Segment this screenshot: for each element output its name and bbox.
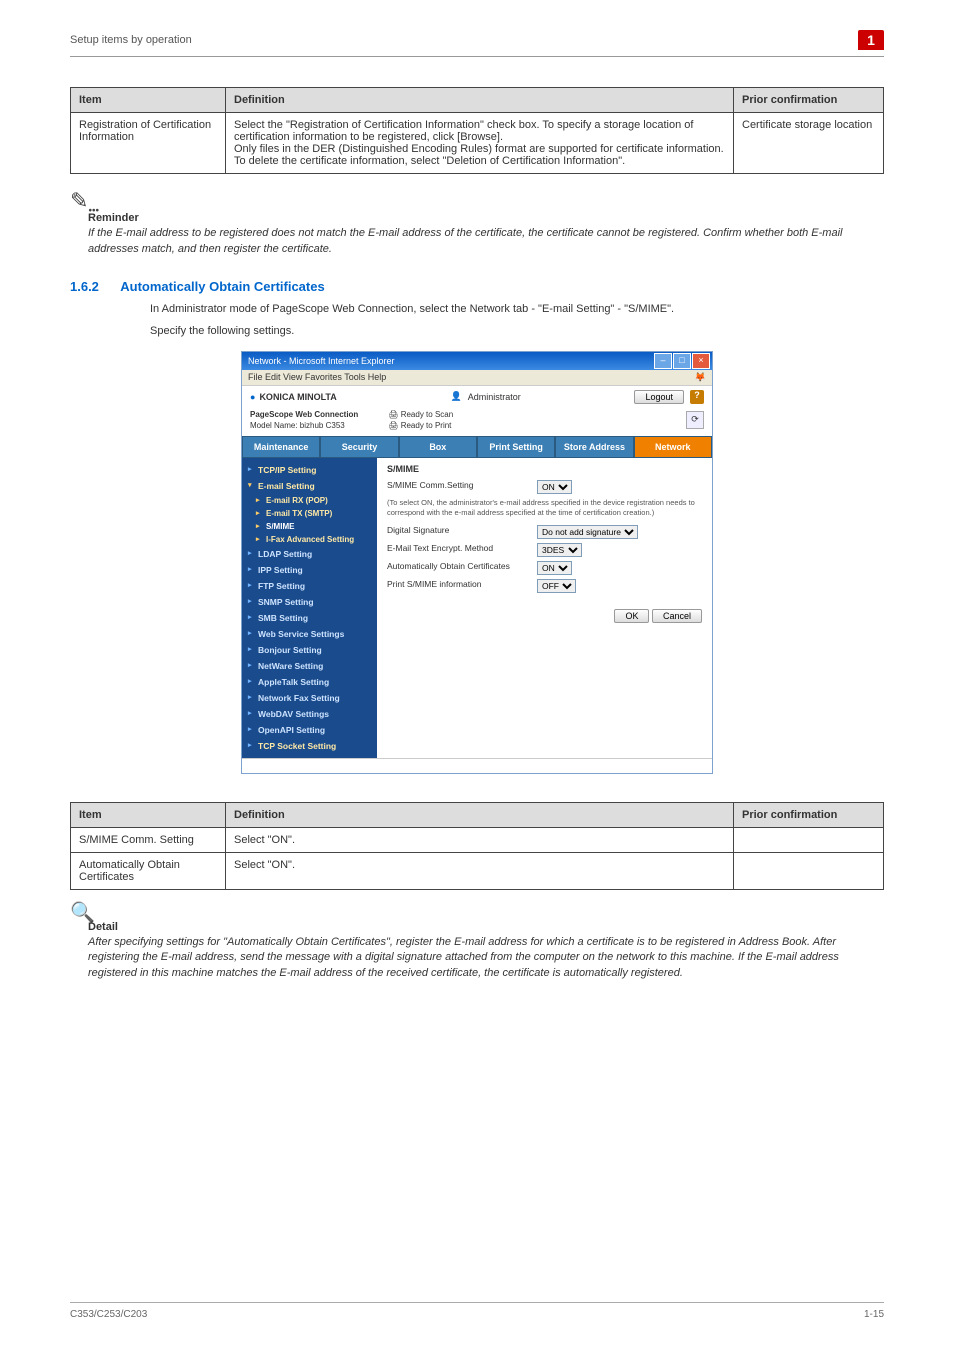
field-label-autocert: Automatically Obtain Certificates	[387, 561, 537, 571]
chapter-badge: 1	[858, 30, 884, 50]
settings-table: Item Definition Prior confirmation S/MIM…	[70, 802, 884, 890]
cell-prior: Certificate storage location	[734, 113, 884, 174]
sidebar-item-ldap[interactable]: LDAP Setting	[242, 546, 377, 562]
main-panel: S/MIME S/MIME Comm.Setting ON (To select…	[377, 458, 712, 758]
sidebar-item-networkfax[interactable]: Network Fax Setting	[242, 690, 377, 706]
section-body: In Administrator mode of PageScope Web C…	[150, 302, 884, 317]
browser-menu[interactable]: File Edit View Favorites Tools Help	[248, 372, 386, 382]
browser-window: Network - Microsoft Internet Explorer – …	[241, 351, 713, 774]
table-row: Automatically Obtain Certificates Select…	[71, 852, 884, 889]
select-signature[interactable]: Do not add signature	[537, 525, 638, 539]
col-item: Item	[71, 88, 226, 113]
admin-label: Administrator	[468, 392, 521, 402]
tab-box[interactable]: Box	[399, 436, 477, 458]
col-item: Item	[71, 802, 226, 827]
tab-print-setting[interactable]: Print Setting	[477, 436, 555, 458]
detail-title: Detail	[88, 921, 884, 933]
tab-network[interactable]: Network	[634, 436, 712, 458]
sidebar-item-snmp[interactable]: SNMP Setting	[242, 594, 377, 610]
sidebar-item-email-rx[interactable]: E-mail RX (POP)	[242, 494, 377, 507]
window-title: Network - Microsoft Internet Explorer	[248, 356, 395, 366]
breadcrumb: Setup items by operation	[70, 34, 858, 46]
maximize-icon[interactable]: □	[673, 353, 691, 369]
sidebar-item-openapi[interactable]: OpenAPI Setting	[242, 722, 377, 738]
cell-definition: Select the "Registration of Certificatio…	[226, 113, 734, 174]
panel-heading: S/MIME	[387, 464, 702, 474]
sidebar-item-tcpsocket[interactable]: TCP Socket Setting	[242, 738, 377, 754]
sidebar-item-email[interactable]: E-mail Setting	[242, 478, 377, 494]
close-icon[interactable]: ×	[692, 353, 710, 369]
field-label-comm: S/MIME Comm.Setting	[387, 480, 537, 490]
select-autocert[interactable]: ON	[537, 561, 572, 575]
cell-item: S/MIME Comm. Setting	[71, 827, 226, 852]
field-label-printsmime: Print S/MIME information	[387, 579, 537, 589]
select-printsmime[interactable]: OFF	[537, 579, 576, 593]
logout-button[interactable]: Logout	[634, 390, 684, 404]
sidebar-item-ftp[interactable]: FTP Setting	[242, 578, 377, 594]
brand-logo: KONICA MINOLTA	[250, 392, 337, 402]
certificate-table: Item Definition Prior confirmation Regis…	[70, 87, 884, 174]
connection-label: PageScope Web Connection	[250, 410, 358, 419]
cell-prior	[734, 852, 884, 889]
ready-scan: 🖨 Ready to Scan	[388, 410, 453, 419]
section-title: Automatically Obtain Certificates	[120, 279, 324, 294]
sidebar-item-bonjour[interactable]: Bonjour Setting	[242, 642, 377, 658]
select-smime-comm[interactable]: ON	[537, 480, 572, 494]
sidebar-item-email-tx[interactable]: E-mail TX (SMTP)	[242, 507, 377, 520]
ie-logo-icon: 🦊	[695, 372, 706, 383]
cell-item: Automatically Obtain Certificates	[71, 852, 226, 889]
sidebar-item-appletalk[interactable]: AppleTalk Setting	[242, 674, 377, 690]
sidebar-item-ipp[interactable]: IPP Setting	[242, 562, 377, 578]
form-note: (To select ON, the administrator's e-mai…	[387, 498, 702, 518]
select-encrypt[interactable]: 3DES	[537, 543, 582, 557]
footer-page: 1-15	[864, 1309, 884, 1320]
scanner-icon: 🖨	[388, 410, 400, 419]
field-label-encrypt: E-Mail Text Encrypt. Method	[387, 543, 537, 553]
ok-button[interactable]: OK	[614, 609, 649, 623]
col-prior: Prior confirmation	[734, 802, 884, 827]
sidebar-item-webservice[interactable]: Web Service Settings	[242, 626, 377, 642]
reminder-title: Reminder	[88, 212, 884, 224]
cell-definition: Select "ON".	[226, 827, 734, 852]
user-icon: 👤	[451, 391, 462, 402]
divider	[70, 56, 884, 57]
cell-prior	[734, 827, 884, 852]
ready-print: 🖨 Ready to Print	[388, 421, 453, 430]
field-label-signature: Digital Signature	[387, 525, 537, 535]
footer-model: C353/C253/C203	[70, 1309, 147, 1320]
cell-item: Registration of Certification Informatio…	[71, 113, 226, 174]
reminder-body: If the E-mail address to be registered d…	[88, 226, 884, 257]
model-label: Model Name: bizhub C353	[250, 421, 358, 430]
sidebar-item-webdav[interactable]: WebDAV Settings	[242, 706, 377, 722]
sidebar-item-smime[interactable]: S/MIME	[242, 520, 377, 533]
col-definition: Definition	[226, 88, 734, 113]
table-row: S/MIME Comm. Setting Select "ON".	[71, 827, 884, 852]
sidebar-item-netware[interactable]: NetWare Setting	[242, 658, 377, 674]
tab-maintenance[interactable]: Maintenance	[242, 436, 320, 458]
section-number: 1.6.2	[70, 279, 99, 294]
cancel-button[interactable]: Cancel	[652, 609, 702, 623]
col-prior: Prior confirmation	[734, 88, 884, 113]
section-body2: Specify the following settings.	[150, 324, 884, 339]
refresh-icon[interactable]: ⟳	[686, 411, 704, 429]
printer-icon: 🖨	[388, 421, 400, 430]
sidebar-item-ifax[interactable]: I-Fax Advanced Setting	[242, 533, 377, 546]
table-row: Registration of Certification Informatio…	[71, 113, 884, 174]
help-icon[interactable]: ?	[690, 390, 704, 404]
sidebar-item-tcpip[interactable]: TCP/IP Setting	[242, 462, 377, 478]
sidebar: TCP/IP Setting E-mail Setting E-mail RX …	[242, 458, 377, 758]
col-definition: Definition	[226, 802, 734, 827]
tab-security[interactable]: Security	[320, 436, 398, 458]
detail-body: After specifying settings for "Automatic…	[88, 935, 884, 981]
sidebar-item-smb[interactable]: SMB Setting	[242, 610, 377, 626]
tab-store-address[interactable]: Store Address	[555, 436, 633, 458]
minimize-icon[interactable]: –	[654, 353, 672, 369]
cell-definition: Select "ON".	[226, 852, 734, 889]
